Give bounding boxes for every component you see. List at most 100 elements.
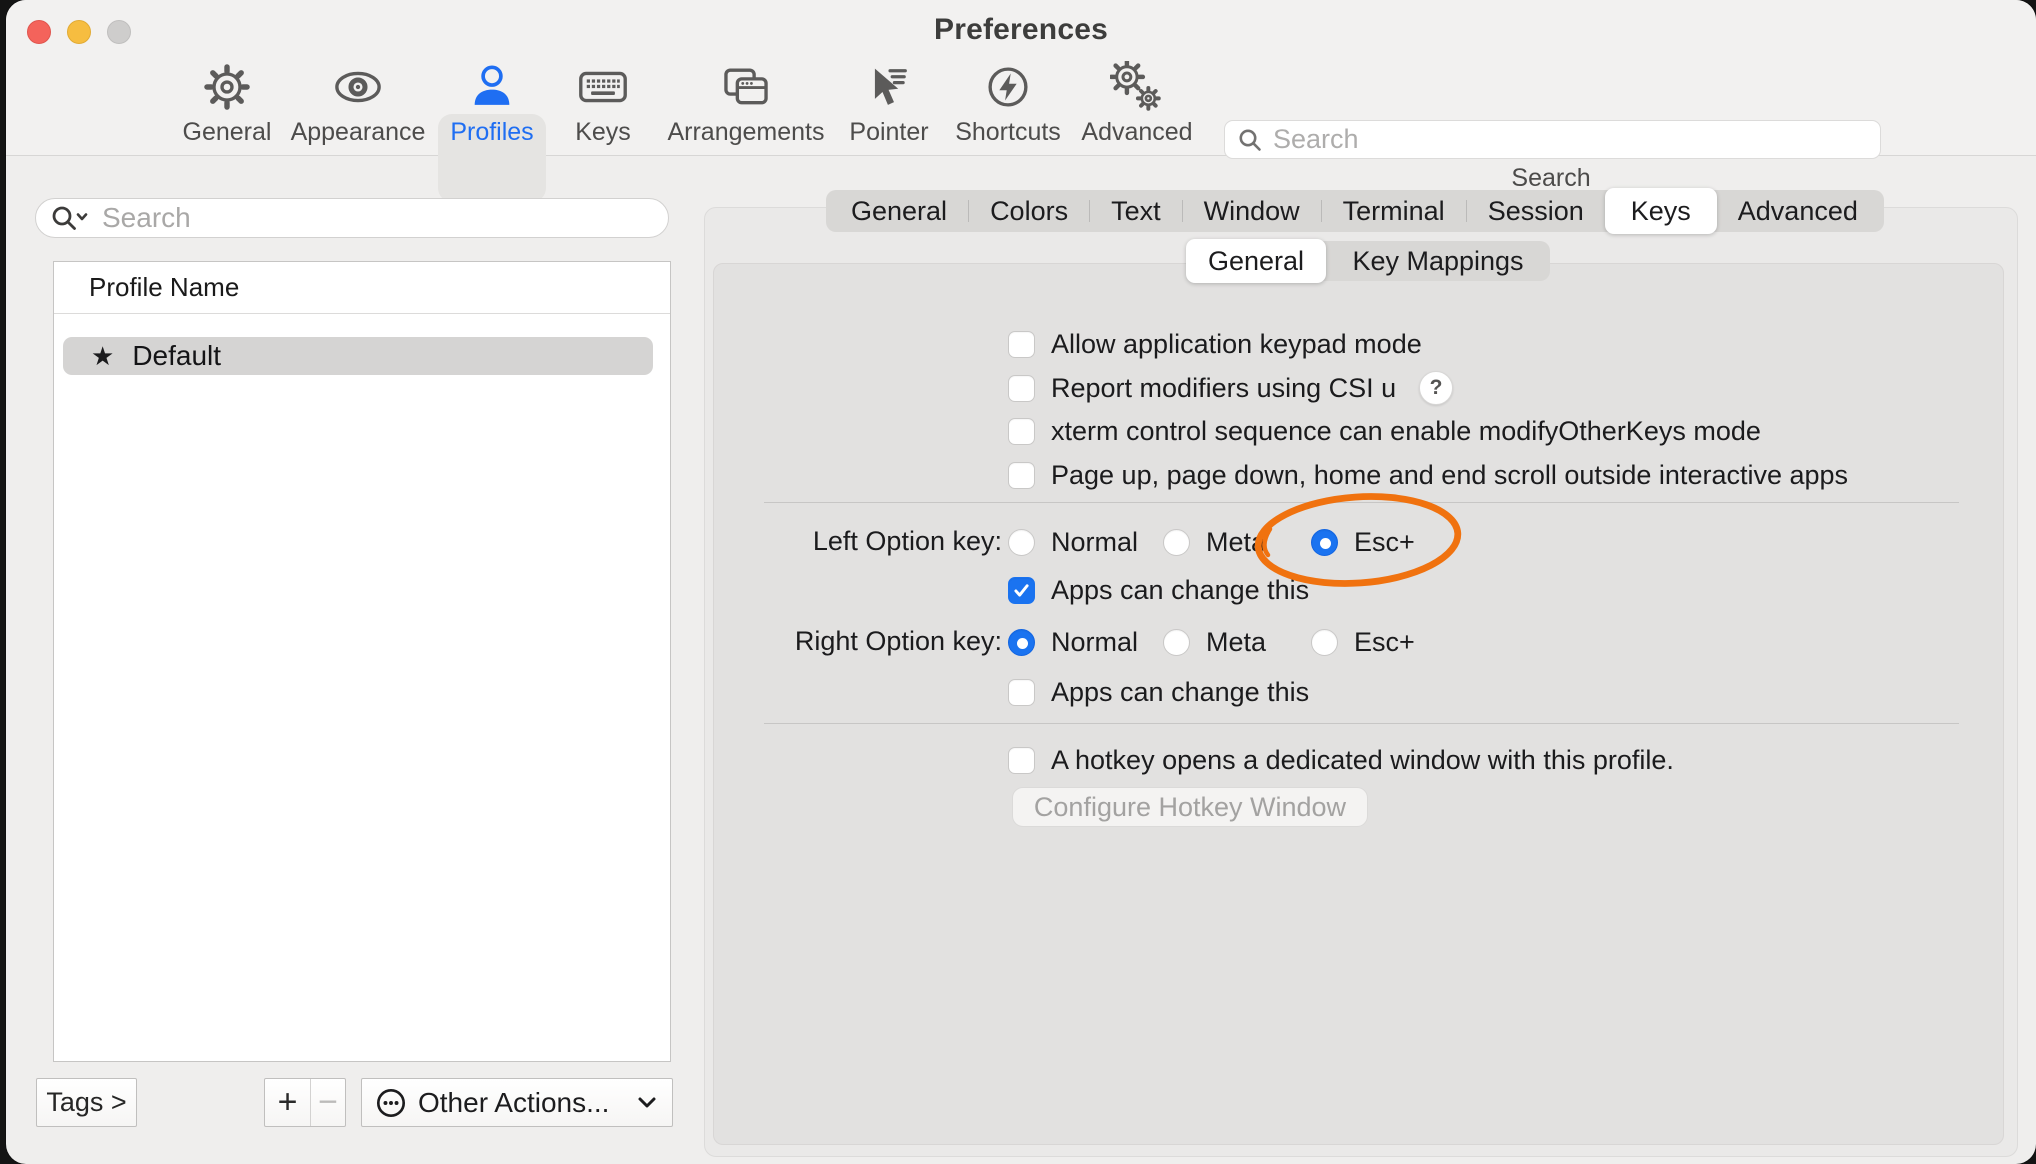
right-option-meta-radio[interactable] (1163, 629, 1190, 656)
search-menu-icon (50, 204, 90, 232)
default-star-icon: ★ (91, 343, 114, 369)
tab-text[interactable]: Text (1090, 190, 1182, 232)
chevron-down-icon (636, 1095, 658, 1111)
right-option-normal[interactable]: Normal (1008, 626, 1138, 658)
configure-hotkey-window-button[interactable]: Configure Hotkey Window (1012, 787, 1368, 827)
check-icon (1012, 581, 1031, 600)
left-apps-can-change-checkbox[interactable] (1008, 577, 1035, 604)
csi-u-help-button[interactable]: ? (1419, 371, 1453, 405)
tab-terminal[interactable]: Terminal (1322, 190, 1466, 232)
right-option-meta[interactable]: Meta (1163, 626, 1266, 658)
radio-label: Esc+ (1354, 527, 1415, 558)
keys-subtabs: General Key Mappings (1186, 241, 1550, 281)
modify-other-keys-checkbox[interactable] (1008, 418, 1035, 445)
checkbox-label: Page up, page down, home and end scroll … (1051, 460, 1848, 491)
radio-label: Esc+ (1354, 627, 1415, 658)
toolbar-item-general[interactable]: General (152, 58, 302, 150)
profile-name-column-header: Profile Name (89, 272, 239, 303)
toolbar-item-shortcuts[interactable]: Shortcuts (933, 58, 1083, 150)
toolbar-item-advanced[interactable]: Advanced (1062, 58, 1212, 150)
other-actions-dropdown[interactable]: Other Actions... (361, 1078, 673, 1127)
tab-colors[interactable]: Colors (969, 190, 1089, 232)
scroll-outside-apps-checkbox[interactable] (1008, 462, 1035, 489)
checkbox-label: Apps can change this (1051, 575, 1309, 606)
right-option-normal-radio[interactable] (1008, 629, 1035, 656)
profile-list: Profile Name ★ Default (53, 261, 671, 1062)
tab-advanced[interactable]: Advanced (1717, 190, 1879, 232)
profile-search-input[interactable] (102, 202, 654, 234)
profile-section-tabs: General Colors Text Window Terminal Sess… (826, 190, 1884, 232)
tab-window[interactable]: Window (1183, 190, 1321, 232)
tags-button[interactable]: Tags > (36, 1078, 137, 1127)
left-option-normal-radio[interactable] (1008, 529, 1035, 556)
section-divider (764, 502, 1959, 503)
minus-icon: − (318, 1083, 338, 1122)
hotkey-window-checkbox[interactable] (1008, 747, 1035, 774)
subtab-key-mappings[interactable]: Key Mappings (1326, 241, 1550, 281)
checkbox-label: Allow application keypad mode (1051, 329, 1422, 360)
person-icon (466, 58, 518, 116)
keyboard-icon (575, 58, 631, 116)
lightning-circle-icon (982, 58, 1034, 116)
checkbox-label: A hotkey opens a dedicated window with t… (1051, 745, 1674, 776)
toolbar-item-keys[interactable]: Keys (528, 58, 678, 150)
search-icon (1237, 127, 1263, 153)
tags-button-label: Tags > (46, 1087, 126, 1118)
subtab-general[interactable]: General (1186, 239, 1326, 283)
toolbar-search-input[interactable] (1273, 124, 1868, 155)
toolbar-label: Keys (575, 118, 631, 147)
right-apps-can-change-row[interactable]: Apps can change this (1008, 676, 1309, 708)
other-actions-label: Other Actions... (418, 1087, 609, 1119)
toolbar-label: Profiles (450, 118, 533, 147)
window-title: Preferences (6, 13, 2036, 47)
eye-icon (330, 58, 386, 116)
checkbox-label: Report modifiers using CSI u (1051, 373, 1396, 404)
add-profile-button[interactable]: + (265, 1079, 311, 1126)
tab-keys[interactable]: Keys (1605, 188, 1717, 234)
scroll-outside-apps-row: Page up, page down, home and end scroll … (1008, 459, 1848, 491)
cursor-icon (863, 58, 915, 116)
tab-general[interactable]: General (830, 190, 968, 232)
csi-u-checkbox[interactable] (1008, 375, 1035, 402)
left-option-key-label: Left Option key: (702, 526, 1002, 557)
profile-name: Default (132, 340, 221, 372)
right-option-esc-radio[interactable] (1311, 629, 1338, 656)
hotkey-window-row[interactable]: A hotkey opens a dedicated window with t… (1008, 744, 1674, 776)
left-option-meta-radio[interactable] (1163, 529, 1190, 556)
tab-session[interactable]: Session (1467, 190, 1605, 232)
preferences-toolbar: General Appearance Profiles (6, 56, 2036, 156)
right-option-key-label: Right Option key: (702, 626, 1002, 657)
toolbar-label: Shortcuts (955, 118, 1061, 147)
toolbar-label: Advanced (1081, 118, 1192, 147)
checkbox-label: xterm control sequence can enable modify… (1051, 416, 1761, 447)
toolbar-item-appearance[interactable]: Appearance (283, 58, 433, 150)
left-apps-can-change-row[interactable]: Apps can change this (1008, 574, 1309, 606)
left-option-esc[interactable]: Esc+ (1311, 526, 1415, 558)
section-divider (764, 723, 1959, 724)
left-option-meta[interactable]: Meta (1163, 526, 1266, 558)
profile-row-default[interactable]: ★ Default (63, 337, 653, 375)
right-apps-can-change-checkbox[interactable] (1008, 679, 1035, 706)
radio-label: Meta (1206, 627, 1266, 658)
toolbar-label: Appearance (291, 118, 426, 147)
left-option-esc-radio[interactable] (1311, 529, 1338, 556)
radio-label: Normal (1051, 527, 1138, 558)
gears-icon (1110, 58, 1164, 116)
remove-profile-button[interactable]: − (311, 1079, 345, 1126)
profile-list-header: Profile Name (54, 262, 670, 314)
toolbar-label: Pointer (849, 118, 928, 147)
keypad-mode-checkbox[interactable] (1008, 331, 1035, 358)
left-option-normal[interactable]: Normal (1008, 526, 1138, 558)
toolbar-item-arrangements[interactable]: Arrangements (671, 58, 821, 150)
add-remove-group: + − (264, 1078, 346, 1127)
toolbar-search-field[interactable] (1224, 120, 1881, 159)
windows-icon (719, 58, 773, 116)
csi-u-row: Report modifiers using CSI u (1008, 372, 1396, 404)
plus-icon: + (278, 1083, 298, 1122)
toolbar-label: Arrangements (667, 118, 824, 147)
title-bar: Preferences (6, 0, 2036, 56)
preferences-window: Preferences General (6, 0, 2036, 1164)
right-option-esc[interactable]: Esc+ (1311, 626, 1415, 658)
profile-search-field[interactable] (35, 198, 669, 238)
toolbar-label: General (183, 118, 272, 147)
